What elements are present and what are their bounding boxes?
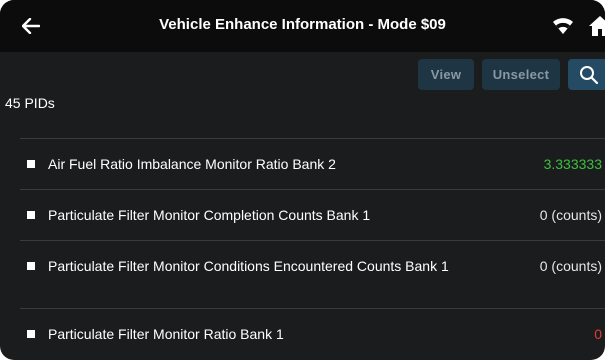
pid-value: 0 (counts) xyxy=(539,207,602,223)
app-window: Vehicle Enhance Information - Mode $09 V… xyxy=(0,0,605,360)
list-item[interactable]: Particulate Filter Monitor Conditions En… xyxy=(20,240,605,308)
home-icon[interactable] xyxy=(588,14,605,38)
pid-label: Particulate Filter Monitor Conditions En… xyxy=(48,258,449,274)
pid-list: Air Fuel Ratio Imbalance Monitor Ratio B… xyxy=(20,138,605,360)
search-icon xyxy=(580,65,599,84)
list-item[interactable]: Air Fuel Ratio Imbalance Monitor Ratio B… xyxy=(20,138,605,189)
pid-label: Particulate Filter Monitor Completion Co… xyxy=(48,207,371,223)
view-button[interactable]: View xyxy=(418,59,474,90)
pid-label: Particulate Filter Monitor Ratio Bank 1 xyxy=(48,326,284,342)
list-item[interactable]: Particulate Filter Monitor Ratio Bank 1 … xyxy=(20,308,605,360)
bullet-icon xyxy=(27,330,35,338)
title-bar: Vehicle Enhance Information - Mode $09 xyxy=(0,0,605,52)
back-button[interactable] xyxy=(18,14,44,38)
bullet-icon xyxy=(27,211,35,219)
list-item[interactable]: Particulate Filter Monitor Completion Co… xyxy=(20,189,605,240)
arrow-left-icon xyxy=(22,18,40,34)
wifi-icon xyxy=(553,18,573,34)
bullet-icon xyxy=(27,262,35,270)
page-title: Vehicle Enhance Information - Mode $09 xyxy=(159,16,446,33)
pid-count: 45 PIDs xyxy=(5,95,55,111)
pid-label: Air Fuel Ratio Imbalance Monitor Ratio B… xyxy=(48,156,336,172)
bullet-icon xyxy=(27,160,35,168)
unselect-button[interactable]: Unselect xyxy=(482,59,560,90)
search-button[interactable] xyxy=(568,59,605,90)
pid-value: 0 (counts) xyxy=(539,258,602,274)
pid-value: 0 xyxy=(594,326,602,342)
pid-value: 3.333333 xyxy=(543,156,602,172)
